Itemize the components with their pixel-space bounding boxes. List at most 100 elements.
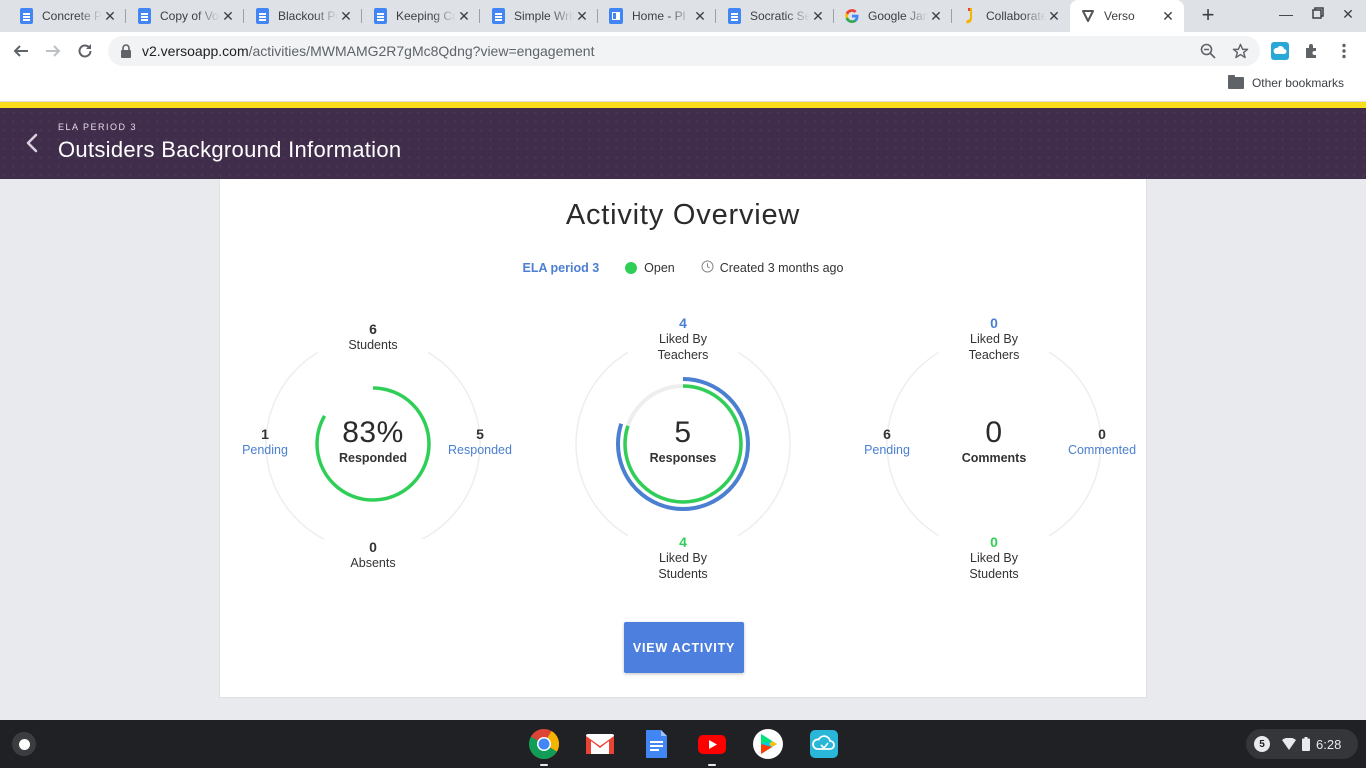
cloud-extension-icon[interactable]: [1270, 41, 1290, 61]
pending-link[interactable]: Pending: [210, 442, 320, 458]
stat-value: 6: [883, 426, 891, 442]
class-label: ELA PERIOD 3: [58, 122, 138, 132]
stat-label: Teachers: [657, 348, 709, 362]
other-bookmarks-button[interactable]: Other bookmarks: [1227, 75, 1344, 90]
zoom-icon[interactable]: [1198, 41, 1218, 61]
stat-value: 0: [990, 534, 998, 550]
wifi-icon: [1282, 738, 1296, 750]
responses-center: 5 Responses: [623, 416, 743, 465]
close-tab-icon[interactable]: ✕: [810, 8, 826, 24]
liked-by-teachers-stat: 4 Liked By Teachers: [628, 315, 738, 363]
tab-title: Blackout Poetry: [278, 9, 338, 23]
pending-link[interactable]: Pending: [832, 442, 942, 458]
comments-count: 0: [985, 416, 1003, 449]
browser-tab[interactable]: Keeping Current ✕: [362, 0, 480, 32]
close-tab-icon[interactable]: ✕: [574, 8, 590, 24]
close-tab-icon[interactable]: ✕: [692, 8, 708, 24]
center-caption: Comments: [961, 451, 1027, 465]
launcher-icon[interactable]: [12, 732, 36, 756]
more-menu-icon[interactable]: [1334, 41, 1354, 61]
comments-liked-by-teachers-stat: 0 Liked By Teachers: [939, 315, 1049, 363]
bookmarks-bar: Other bookmarks: [0, 70, 1366, 102]
url-host: v2.versoapp.com: [142, 43, 249, 59]
google-docs-icon[interactable]: [640, 728, 672, 760]
responses-count: 5: [674, 416, 692, 449]
bookmark-star-icon[interactable]: [1230, 41, 1250, 61]
browser-tab[interactable]: Simple Writing ✕: [480, 0, 598, 32]
extensions-puzzle-icon[interactable]: [1302, 41, 1322, 61]
browser-tab-active[interactable]: Verso ✕: [1070, 0, 1184, 32]
notification-badge: 5: [1254, 736, 1270, 752]
stat-value: 4: [679, 315, 687, 331]
restore-window-icon[interactable]: [1308, 6, 1328, 22]
close-tab-icon[interactable]: ✕: [456, 8, 472, 24]
close-tab-icon[interactable]: ✕: [1046, 8, 1062, 24]
url-text: v2.versoapp.com/activities/MWMAMG2R7gMc8…: [142, 43, 594, 59]
google-docs-icon: [254, 8, 270, 24]
google-docs-icon: [18, 8, 34, 24]
close-tab-icon[interactable]: ✕: [928, 8, 944, 24]
reload-icon[interactable]: [72, 38, 98, 64]
close-tab-icon[interactable]: ✕: [1160, 8, 1176, 24]
back-icon[interactable]: [8, 38, 34, 64]
google-docs-icon: [490, 8, 506, 24]
comments-commented-stat: 0 Commented: [1047, 426, 1157, 458]
youtube-icon[interactable]: [696, 728, 728, 760]
running-indicator: [708, 764, 716, 766]
minimize-icon[interactable]: —: [1276, 6, 1296, 22]
close-tab-icon[interactable]: ✕: [220, 8, 236, 24]
stat-label: Liked By: [659, 551, 707, 565]
stat-value: 0: [990, 315, 998, 331]
tab-strip: Concrete Poem ✕ Copy of Vocabulary ✕ Bla…: [0, 0, 1366, 32]
new-tab-button[interactable]: +: [1196, 4, 1220, 28]
students-total-stat: 6 Students: [318, 321, 428, 353]
browser-tab[interactable]: Collaborate ✕: [952, 0, 1070, 32]
tab-title: Google Jamboard: [868, 9, 928, 23]
center-caption: Responses: [649, 451, 717, 465]
chrome-icon[interactable]: [528, 728, 560, 760]
close-tab-icon[interactable]: ✕: [338, 8, 354, 24]
stat-value: 0: [1098, 426, 1106, 442]
stat-label: Teachers: [968, 348, 1020, 362]
collaborate-icon: [962, 8, 978, 24]
cloud-app-icon[interactable]: [808, 728, 840, 760]
close-tab-icon[interactable]: ✕: [102, 8, 118, 24]
gmail-icon[interactable]: [584, 728, 616, 760]
running-indicator: [540, 764, 548, 766]
lock-icon: [120, 44, 132, 58]
tab-title: Collaborate: [986, 9, 1046, 23]
browser-tab[interactable]: Google Jamboard ✕: [834, 0, 952, 32]
app-header: ELA PERIOD 3 Outsiders Background Inform…: [0, 108, 1366, 179]
stat-value: 6: [369, 321, 377, 337]
stat-label: Liked By: [970, 332, 1018, 346]
students-center: 83% Responded: [313, 416, 433, 465]
browser-tab[interactable]: Socratic Seminar ✕: [716, 0, 834, 32]
responded-link[interactable]: Responded: [425, 442, 535, 458]
close-window-icon[interactable]: ✕: [1338, 6, 1358, 23]
comments-liked-by-students-stat: 0 Liked By Students: [939, 534, 1049, 582]
browser-tab[interactable]: Blackout Poetry ✕: [244, 0, 362, 32]
stat-value: 5: [476, 426, 484, 442]
battery-icon: [1302, 737, 1310, 751]
google-sites-icon: [608, 8, 624, 24]
forward-icon[interactable]: [40, 38, 66, 64]
activity-overview-card: Activity Overview ELA period 3 Open Crea…: [219, 179, 1147, 698]
view-activity-button[interactable]: VIEW ACTIVITY: [624, 622, 744, 673]
liked-by-students-stat: 4 Liked By Students: [628, 534, 738, 582]
students-pending-stat: 1 Pending: [210, 426, 320, 458]
tab-title: Concrete Poem: [42, 9, 102, 23]
commented-link[interactable]: Commented: [1047, 442, 1157, 458]
back-chevron-icon[interactable]: [22, 132, 44, 154]
browser-tab[interactable]: Concrete Poem ✕: [8, 0, 126, 32]
browser-toolbar: v2.versoapp.com/activities/MWMAMG2R7gMc8…: [0, 32, 1366, 70]
tab-title: Home - Pl: [632, 9, 686, 23]
address-bar[interactable]: v2.versoapp.com/activities/MWMAMG2R7gMc8…: [108, 36, 1260, 66]
tab-title: Keeping Current: [396, 9, 456, 23]
students-responded-stat: 5 Responded: [425, 426, 535, 458]
play-store-icon[interactable]: [752, 728, 784, 760]
browser-tab[interactable]: Copy of Vocabulary ✕: [126, 0, 244, 32]
tab-title: Verso: [1104, 9, 1135, 23]
url-path: /activities/MWMAMG2R7gMc8Qdng?view=engag…: [248, 43, 595, 59]
browser-tab[interactable]: Home - Pl ✕: [598, 0, 716, 32]
status-tray[interactable]: 5 6:28: [1246, 729, 1358, 759]
